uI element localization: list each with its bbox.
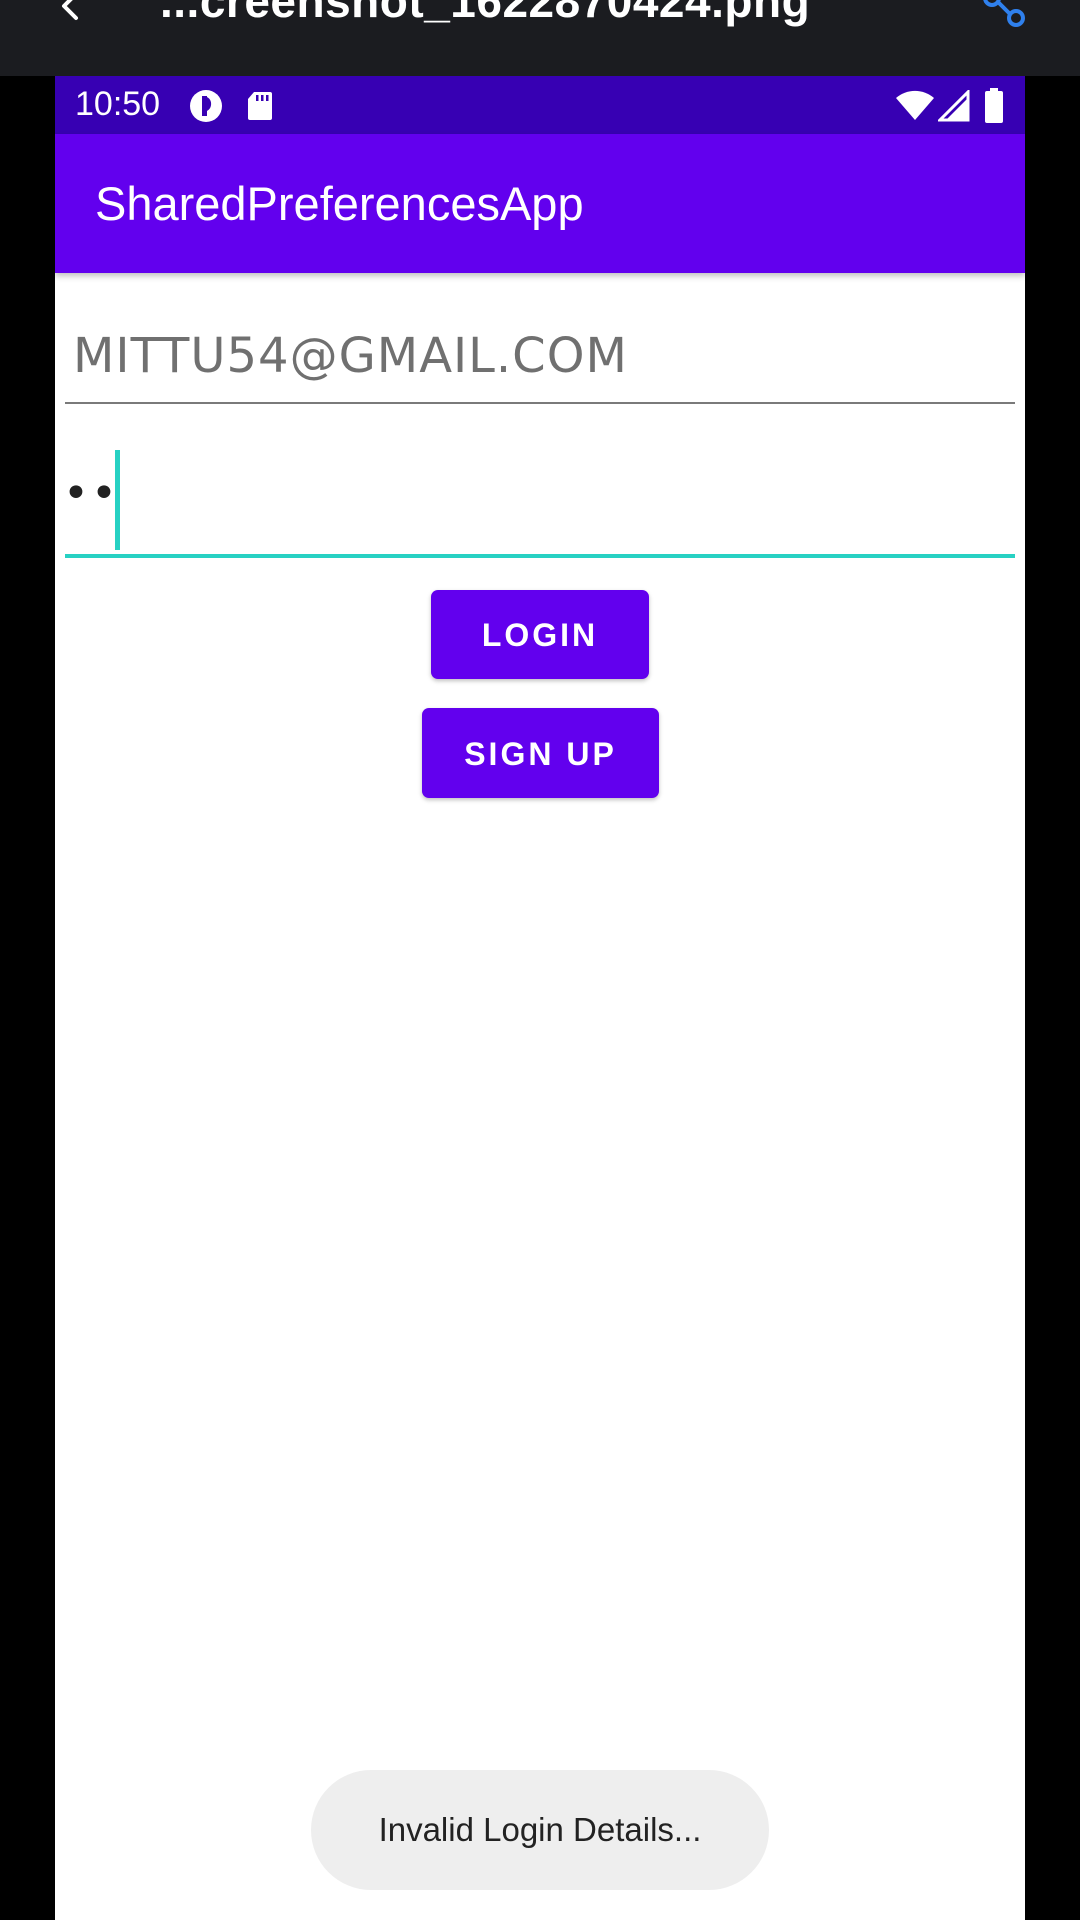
email-field[interactable]: MITTU54@GMAIL.COM — [65, 316, 1015, 404]
viewer-top-bar: ...creenshot_1622870424.png — [0, 0, 1080, 76]
login-button[interactable]: LOGIN — [431, 590, 649, 679]
text-cursor — [115, 450, 120, 550]
password-value: •• — [63, 468, 119, 519]
app-notification-icon — [190, 90, 222, 122]
toast-message: Invalid Login Details... — [311, 1770, 769, 1890]
app-title: SharedPreferencesApp — [95, 177, 584, 230]
app-toolbar: SharedPreferencesApp — [55, 134, 1025, 273]
share-icon[interactable] — [982, 0, 1028, 28]
sign-up-button[interactable]: SIGN UP — [422, 708, 659, 798]
password-field[interactable]: •• — [63, 438, 1015, 558]
viewer-file-name: ...creenshot_1622870424.png — [160, 0, 811, 27]
back-arrow-icon[interactable] — [52, 0, 92, 28]
email-value: MITTU54@GMAIL.COM — [73, 328, 628, 384]
status-bar: 10:50 — [55, 76, 1025, 134]
sd-card-icon — [248, 92, 272, 120]
battery-icon — [985, 88, 1003, 123]
status-time: 10:50 — [75, 85, 161, 123]
signal-icon — [938, 90, 970, 122]
wifi-icon — [896, 90, 934, 120]
phone-screen: 10:50 SharedPreferencesApp MITTU54@GMAIL… — [55, 76, 1025, 1920]
